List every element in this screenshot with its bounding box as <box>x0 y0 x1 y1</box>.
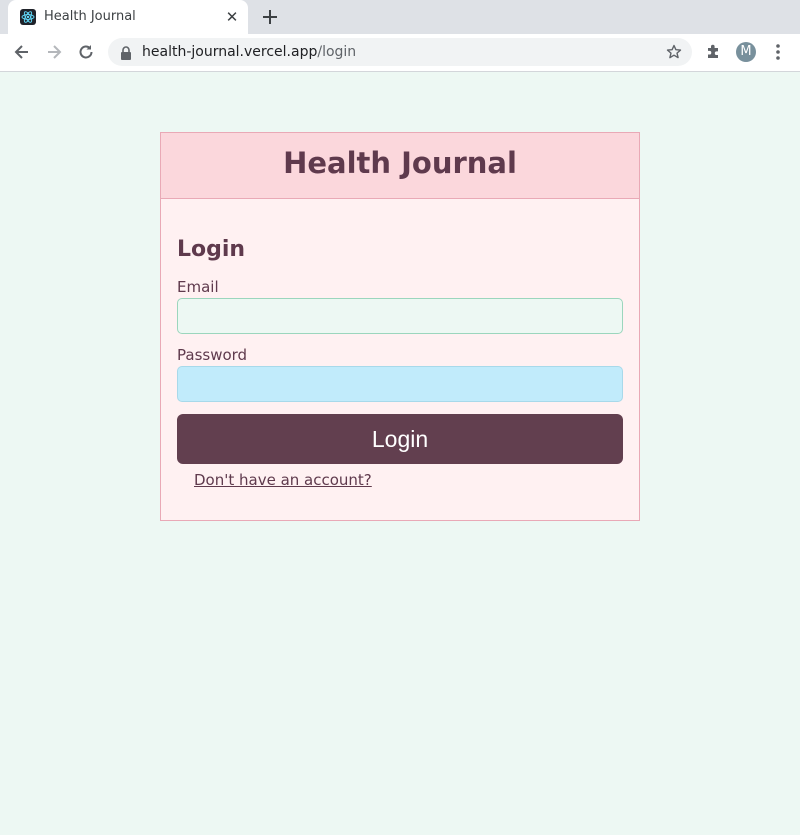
password-label: Password <box>177 346 248 364</box>
login-button[interactable]: Login <box>177 414 623 464</box>
url-text: health-journal.vercel.app/login <box>142 44 356 60</box>
lock-icon[interactable] <box>120 45 132 60</box>
browser-toolbar: health-journal.vercel.app/login M <box>0 34 800 72</box>
card-header: Health Journal <box>161 133 639 199</box>
tab-strip: Health Journal ✕ <box>0 0 800 34</box>
new-tab-plus-icon[interactable] <box>260 7 280 27</box>
login-card: Health Journal Login Email Password Logi… <box>160 132 640 521</box>
bookmark-star-icon[interactable] <box>666 44 682 60</box>
reload-icon[interactable] <box>76 42 96 62</box>
forward-arrow-icon[interactable] <box>44 42 64 62</box>
kebab-menu-icon[interactable] <box>770 42 786 62</box>
email-label: Email <box>177 278 219 296</box>
profile-avatar[interactable]: M <box>736 42 756 62</box>
browser-tab[interactable]: Health Journal ✕ <box>8 0 248 34</box>
signup-link[interactable]: Don't have an account? <box>194 471 372 489</box>
react-favicon-icon <box>20 9 36 25</box>
app-title: Health Journal <box>283 146 517 180</box>
back-arrow-icon[interactable] <box>12 42 32 62</box>
password-input[interactable] <box>177 366 623 402</box>
tab-title: Health Journal <box>44 9 136 24</box>
address-bar[interactable]: health-journal.vercel.app/login <box>108 38 692 66</box>
login-heading: Login <box>177 237 246 262</box>
extensions-puzzle-icon[interactable] <box>704 42 724 62</box>
email-input[interactable] <box>177 298 623 334</box>
url-path: /login <box>317 44 357 60</box>
url-host: health-journal.vercel.app <box>142 44 318 60</box>
close-tab-icon[interactable]: ✕ <box>224 9 240 25</box>
